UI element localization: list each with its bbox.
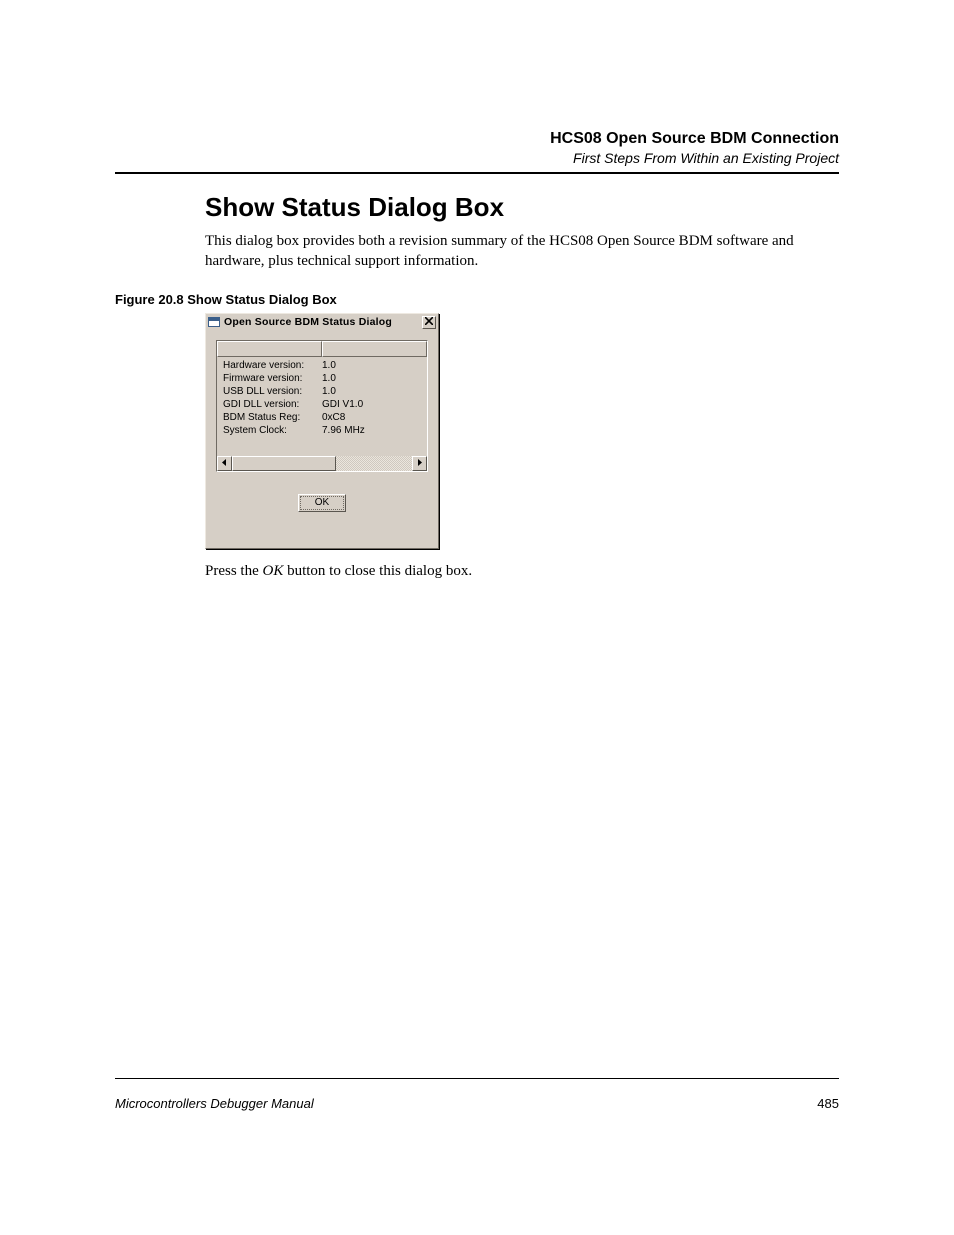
scrollbar-track[interactable] xyxy=(232,456,412,471)
footer-manual-title: Microcontrollers Debugger Manual xyxy=(115,1096,314,1111)
status-row-value: 1.0 xyxy=(322,372,421,385)
status-row-value: GDI V1.0 xyxy=(322,398,421,411)
status-row: Hardware version:1.0 xyxy=(223,359,421,372)
intro-paragraph: This dialog box provides both a revision… xyxy=(205,231,839,272)
page-header-title: HCS08 Open Source BDM Connection xyxy=(115,130,839,148)
app-icon xyxy=(208,316,221,328)
horizontal-scrollbar[interactable] xyxy=(217,455,427,471)
scrollbar-track-remainder[interactable] xyxy=(336,456,412,471)
status-row-label: System Clock: xyxy=(223,424,322,437)
column-header-1[interactable] xyxy=(217,341,322,357)
close-icon xyxy=(425,317,433,328)
status-row: USB DLL version:1.0 xyxy=(223,385,421,398)
status-row: Firmware version:1.0 xyxy=(223,372,421,385)
status-dialog: Open Source BDM Status Dialog Hardware v… xyxy=(205,313,439,549)
ok-button-label: OK xyxy=(315,497,329,508)
triangle-right-icon xyxy=(416,458,423,469)
scrollbar-thumb[interactable] xyxy=(232,456,336,471)
status-listview: Hardware version:1.0Firmware version:1.0… xyxy=(216,340,428,472)
status-row-value: 0xC8 xyxy=(322,411,421,424)
status-row-label: Hardware version: xyxy=(223,359,322,372)
dialog-titlebar: Open Source BDM Status Dialog xyxy=(206,314,438,332)
scroll-left-button[interactable] xyxy=(217,456,232,471)
footer-rule xyxy=(115,1078,839,1079)
status-row-value: 1.0 xyxy=(322,359,421,372)
status-row: BDM Status Reg:0xC8 xyxy=(223,411,421,424)
ok-button[interactable]: OK xyxy=(298,494,346,512)
triangle-left-icon xyxy=(221,458,228,469)
header-rule xyxy=(115,172,839,174)
status-row-label: USB DLL version: xyxy=(223,385,322,398)
scroll-right-button[interactable] xyxy=(412,456,427,471)
closing-paragraph: Press the OK button to close this dialog… xyxy=(205,563,839,580)
status-row-value: 7.96 MHz xyxy=(322,424,421,437)
page-number: 485 xyxy=(817,1096,839,1111)
status-row-value: 1.0 xyxy=(322,385,421,398)
status-row: GDI DLL version:GDI V1.0 xyxy=(223,398,421,411)
dialog-title: Open Source BDM Status Dialog xyxy=(224,316,422,328)
status-row-label: Firmware version: xyxy=(223,372,322,385)
page-header-subtitle: First Steps From Within an Existing Proj… xyxy=(115,150,839,166)
close-button[interactable] xyxy=(422,316,436,329)
status-row-label: BDM Status Reg: xyxy=(223,411,322,424)
listview-headers xyxy=(217,341,427,357)
figure-caption: Figure 20.8 Show Status Dialog Box xyxy=(115,292,839,307)
section-title: Show Status Dialog Box xyxy=(205,192,839,223)
status-row: System Clock:7.96 MHz xyxy=(223,424,421,437)
column-header-2[interactable] xyxy=(322,341,427,357)
status-row-label: GDI DLL version: xyxy=(223,398,322,411)
